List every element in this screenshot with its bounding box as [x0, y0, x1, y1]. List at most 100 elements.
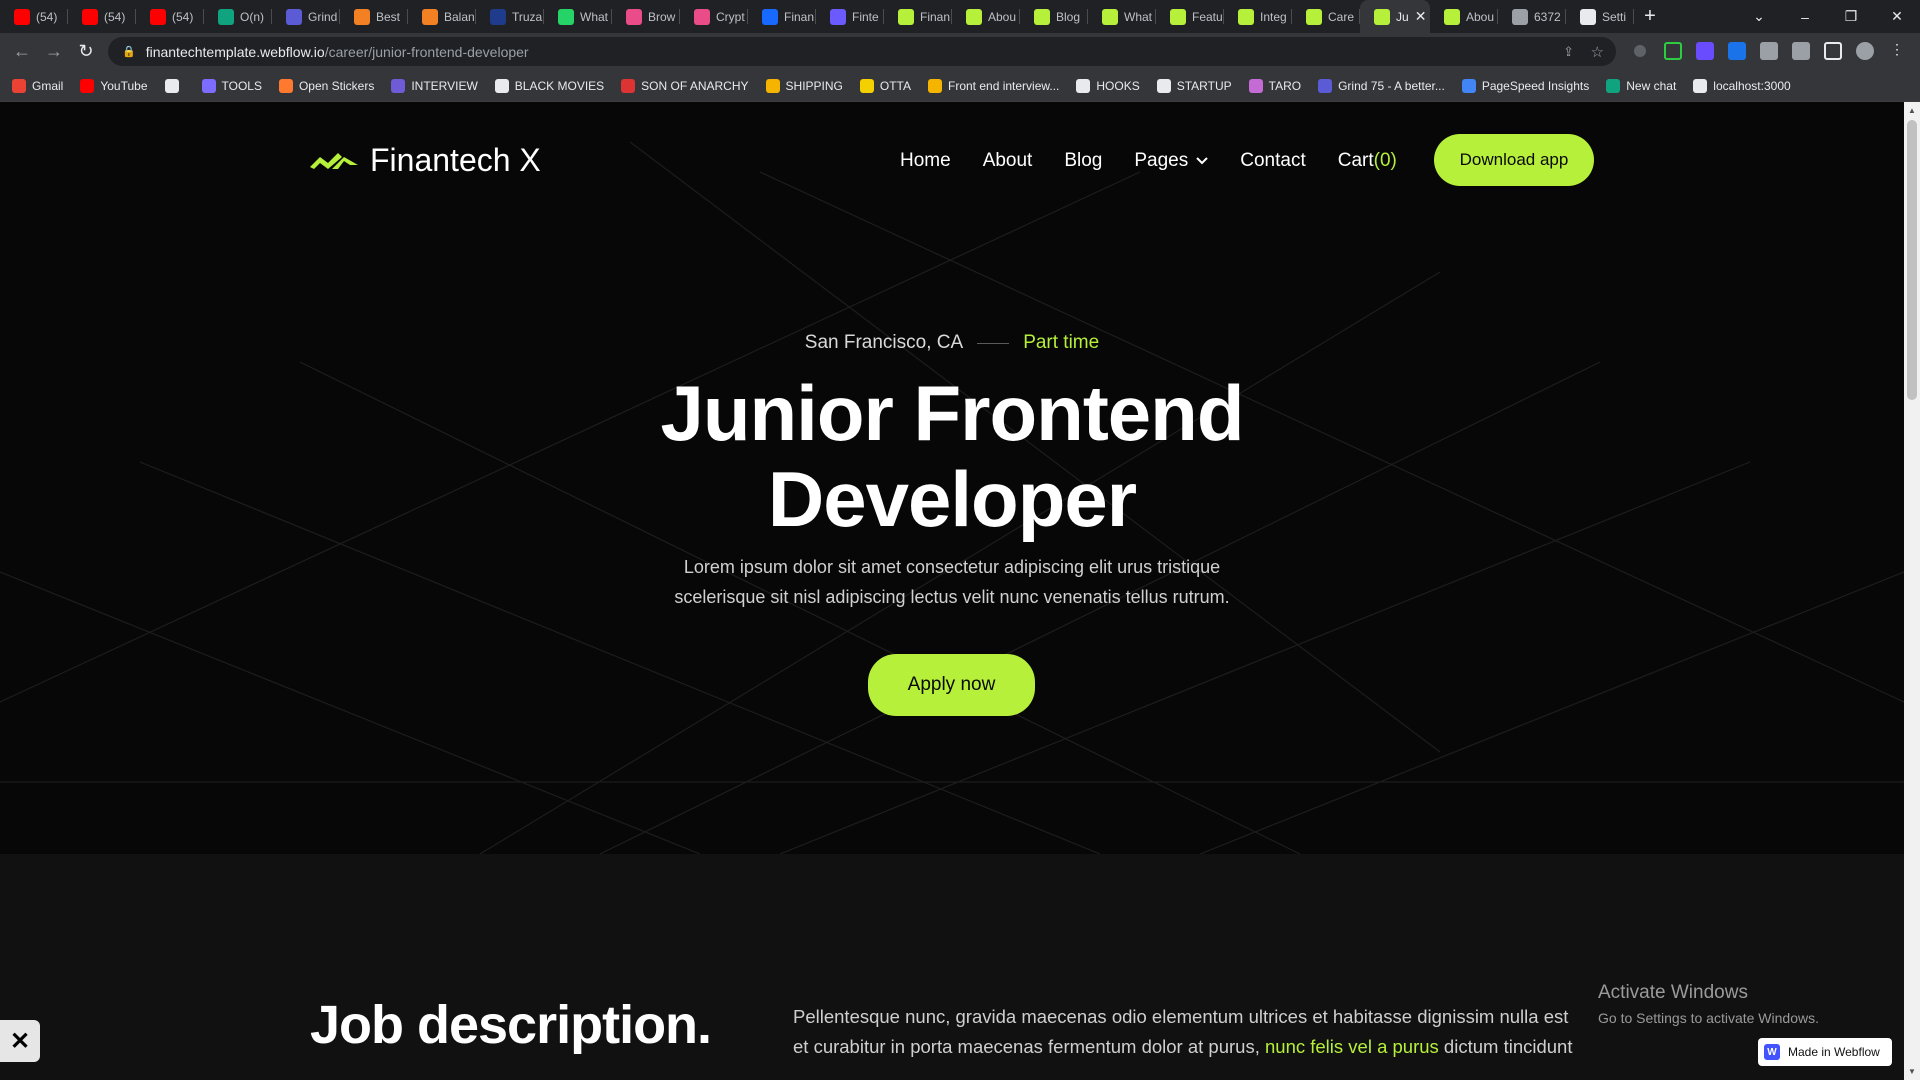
share-icon[interactable]: ⇪	[1563, 44, 1574, 60]
tab-title: Finan	[920, 9, 951, 24]
bookmark-item[interactable]: localhost:3000	[1693, 78, 1791, 93]
extension-icon[interactable]	[1728, 42, 1746, 60]
scrollbar-thumb[interactable]	[1907, 120, 1917, 400]
extension-icon[interactable]	[1664, 42, 1682, 60]
browser-tab[interactable]: Brow	[612, 0, 680, 33]
jd-link[interactable]: nunc felis vel a purus	[1265, 1036, 1439, 1057]
bookmark-favicon-icon	[1693, 78, 1708, 93]
address-bar[interactable]: 🔒 finantechtemplate.webflow.io/career/ju…	[108, 37, 1616, 66]
finantech-icon	[1306, 8, 1322, 25]
bookmark-item[interactable]: TARO	[1248, 78, 1301, 93]
tab-title: Integ	[1260, 9, 1287, 24]
main-nav: Home About Blog Pages Contact Cart(0)	[900, 150, 1397, 172]
activate-subtitle: Go to Settings to activate Windows.	[1598, 1010, 1819, 1026]
browser-tab[interactable]: (54)	[0, 0, 68, 33]
bookmark-label: SHIPPING	[785, 78, 843, 93]
browser-tab[interactable]: Care	[1292, 0, 1360, 33]
nav-blog[interactable]: Blog	[1064, 150, 1102, 172]
bookmark-label: STARTUP	[1176, 78, 1232, 93]
scroll-down-icon[interactable]: ▼	[1908, 1067, 1916, 1076]
bookmark-item[interactable]: SHIPPING	[765, 78, 843, 93]
tab-active[interactable]: Ju ✕	[1360, 0, 1430, 33]
download-icon[interactable]	[1696, 42, 1714, 60]
finantech-icon	[1102, 8, 1118, 25]
browser-tab[interactable]: Finan	[884, 0, 952, 33]
reading-list-icon[interactable]	[1792, 42, 1810, 60]
browser-tab[interactable]: Setti	[1566, 0, 1634, 33]
browser-tab[interactable]: Best	[340, 0, 408, 33]
apply-now-button[interactable]: Apply now	[868, 654, 1035, 716]
nav-contact[interactable]: Contact	[1240, 150, 1305, 172]
tab-search-icon[interactable]: ⌄	[1736, 0, 1782, 33]
browser-tab[interactable]: What	[544, 0, 612, 33]
browser-tab[interactable]: Grind	[272, 0, 340, 33]
close-tab-icon[interactable]: ✕	[1415, 8, 1427, 25]
bookmark-item[interactable]: INTERVIEW	[391, 78, 478, 93]
bookmark-item[interactable]: YouTube	[80, 78, 148, 93]
bookmark-item[interactable]: Front end interview...	[928, 78, 1059, 93]
bookmark-item[interactable]	[164, 78, 185, 93]
browser-tab[interactable]: 6372	[1498, 0, 1566, 33]
bookmark-item[interactable]: HOOKS	[1076, 78, 1140, 93]
tab-title: Abou	[988, 9, 1017, 24]
close-window-icon[interactable]: ✕	[1874, 0, 1920, 33]
bookmark-item[interactable]: STARTUP	[1156, 78, 1232, 93]
page-scrollbar[interactable]: ▲ ▼	[1904, 102, 1920, 1080]
browser-tab[interactable]: Blog	[1020, 0, 1088, 33]
url-host: finantechtemplate.webflow.io	[145, 43, 325, 60]
browser-tab[interactable]: Integ	[1224, 0, 1292, 33]
bookmark-item[interactable]: Open Stickers	[278, 78, 374, 93]
nav-about[interactable]: About	[983, 150, 1033, 172]
bookmark-item[interactable]: Gmail	[12, 78, 63, 93]
browser-tab[interactable]: Crypt	[680, 0, 748, 33]
restore-icon[interactable]: ❐	[1828, 0, 1874, 33]
bookmark-item[interactable]: SON OF ANARCHY	[621, 78, 749, 93]
browser-tab[interactable]: Abou	[952, 0, 1020, 33]
bookmark-item[interactable]: Grind 75 - A better...	[1318, 78, 1445, 93]
bookmark-star-icon[interactable]: ☆	[1591, 43, 1604, 61]
puzzle-icon[interactable]	[1760, 42, 1778, 60]
tab-strip: (54) (54) (54) O(n) Grind Best Balan Truza What B…	[0, 0, 1920, 33]
back-icon[interactable]: ←	[6, 36, 38, 68]
browser-tab[interactable]: Finan	[748, 0, 816, 33]
extension-icon[interactable]	[1634, 45, 1646, 57]
bookmark-item[interactable]: BLACK MOVIES	[494, 78, 604, 93]
scroll-up-icon[interactable]: ▲	[1908, 106, 1916, 115]
made-in-webflow-badge[interactable]: W Made in Webflow	[1758, 1038, 1892, 1066]
reload-icon[interactable]: ↻	[70, 36, 102, 68]
nav-home[interactable]: Home	[900, 150, 951, 172]
forward-icon[interactable]: →	[38, 36, 70, 68]
brand-logo[interactable]: Finantech X	[310, 142, 541, 179]
tab-title: Truza	[512, 9, 543, 24]
bookmark-item[interactable]: New chat	[1606, 78, 1676, 93]
dots-icon	[830, 8, 846, 25]
menu-dots-icon[interactable]: ⋮	[1890, 41, 1908, 59]
minimize-icon[interactable]: –	[1782, 0, 1828, 33]
bookmark-item[interactable]: TOOLS	[201, 78, 262, 93]
nav-cart[interactable]: Cart(0)	[1338, 150, 1397, 172]
youtube-icon	[82, 8, 98, 25]
lock-icon: 🔒	[122, 46, 136, 58]
bookmark-favicon-icon	[1076, 78, 1091, 93]
browser-tab[interactable]: Abou	[1430, 0, 1498, 33]
browser-tab[interactable]: Featu	[1156, 0, 1224, 33]
download-app-button[interactable]: Download app	[1434, 134, 1594, 186]
hero-description: Lorem ipsum dolor sit amet consectetur a…	[674, 557, 1230, 607]
browser-tab[interactable]: (54)	[136, 0, 204, 33]
profile-avatar[interactable]	[1856, 42, 1874, 60]
side-panel-icon[interactable]	[1824, 42, 1842, 60]
browser-tab[interactable]: O(n)	[204, 0, 272, 33]
bookmark-favicon-icon	[928, 78, 942, 93]
bookmark-item[interactable]: PageSpeed Insights	[1461, 78, 1589, 93]
bookmark-item[interactable]: OTTA	[859, 78, 911, 93]
browser-tab[interactable]: Finte	[816, 0, 884, 33]
browser-tab[interactable]: Balan	[408, 0, 476, 33]
bookmark-label: TOOLS	[221, 78, 262, 93]
browser-tab[interactable]: (54)	[68, 0, 136, 33]
browser-tab[interactable]: What	[1088, 0, 1156, 33]
new-tab-icon[interactable]: +	[1634, 0, 1666, 33]
tab-title: Setti	[1602, 9, 1627, 24]
close-x-icon[interactable]: ✕	[0, 1020, 40, 1062]
browser-tab[interactable]: Truza	[476, 0, 544, 33]
nav-pages-dropdown[interactable]: Pages	[1134, 150, 1208, 172]
